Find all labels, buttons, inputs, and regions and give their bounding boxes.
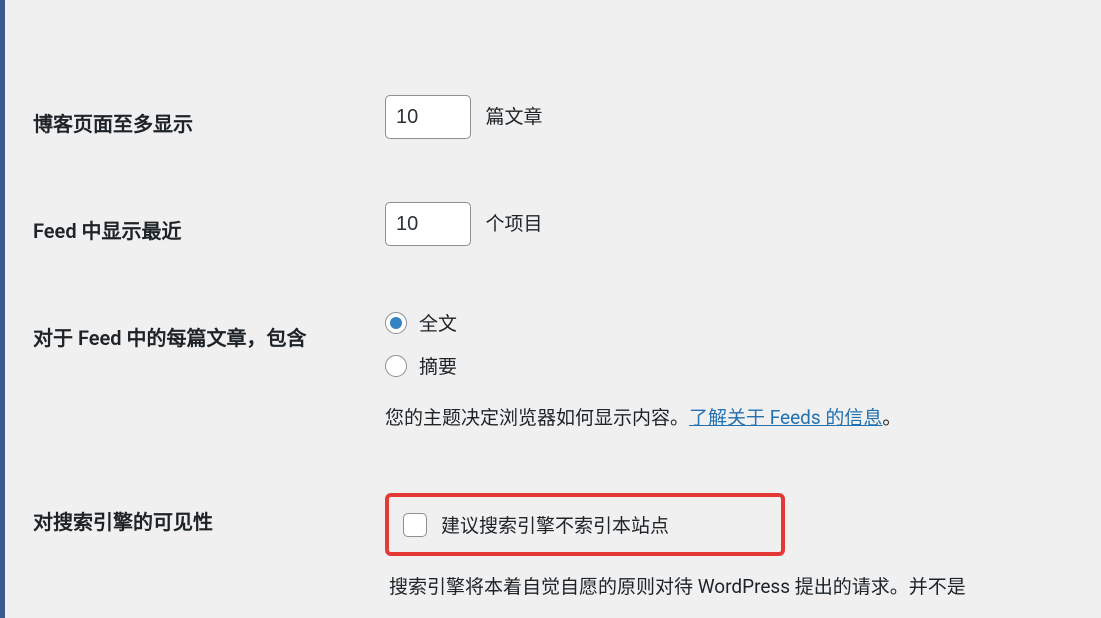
rss-excerpt-label: 对于 Feed 中的每篇文章，包含 [33,314,365,351]
posts-per-rss-label: Feed 中显示最近 [33,207,365,244]
rss-full-radio[interactable] [385,312,407,334]
feeds-info-link[interactable]: 了解关于 Feeds 的信息 [689,406,882,429]
rss-description-prefix: 您的主题决定浏览器如何显示内容。 [385,406,689,429]
rss-excerpt-row: 对于 Feed 中的每篇文章，包含 全文 摘要 您的主 [5,294,1101,448]
rss-summary-text: 摘要 [419,352,457,379]
search-visibility-label: 对搜索引擎的可见性 [33,498,365,535]
posts-per-rss-input[interactable] [385,202,471,246]
search-visibility-checkbox-label: 建议搜索引擎不索引本站点 [441,511,669,538]
rss-excerpt-description: 您的主题决定浏览器如何显示内容。了解关于 Feeds 的信息。 [385,403,1091,433]
posts-per-page-input[interactable] [385,95,471,139]
posts-per-page-suffix: 篇文章 [485,105,542,128]
search-visibility-row: 对搜索引擎的可见性 建议搜索引擎不索引本站点 搜索引擎将本着自觉自愿的原则对待 … [5,478,1101,617]
rss-full-text: 全文 [419,309,457,336]
search-visibility-checkbox[interactable] [403,513,427,537]
rss-excerpt-radio-group: 全文 摘要 [385,309,1091,379]
rss-summary-label[interactable]: 摘要 [385,352,1091,379]
rss-full-label[interactable]: 全文 [385,309,1091,336]
posts-per-page-row: 博客页面至多显示 篇文章 [5,80,1101,157]
posts-per-rss-suffix: 个项目 [485,212,542,235]
posts-per-page-label: 博客页面至多显示 [33,100,365,137]
search-visibility-description: 搜索引擎将本着自觉自愿的原则对待 WordPress 提出的请求。并不是 [385,572,1091,602]
rss-summary-radio[interactable] [385,355,407,377]
rss-description-suffix: 。 [882,406,901,429]
posts-per-rss-row: Feed 中显示最近 个项目 [5,187,1101,264]
settings-form-table: 博客页面至多显示 篇文章 Feed 中显示最近 个项目 [5,80,1101,618]
search-visibility-highlight: 建议搜索引擎不索引本站点 [385,493,785,556]
